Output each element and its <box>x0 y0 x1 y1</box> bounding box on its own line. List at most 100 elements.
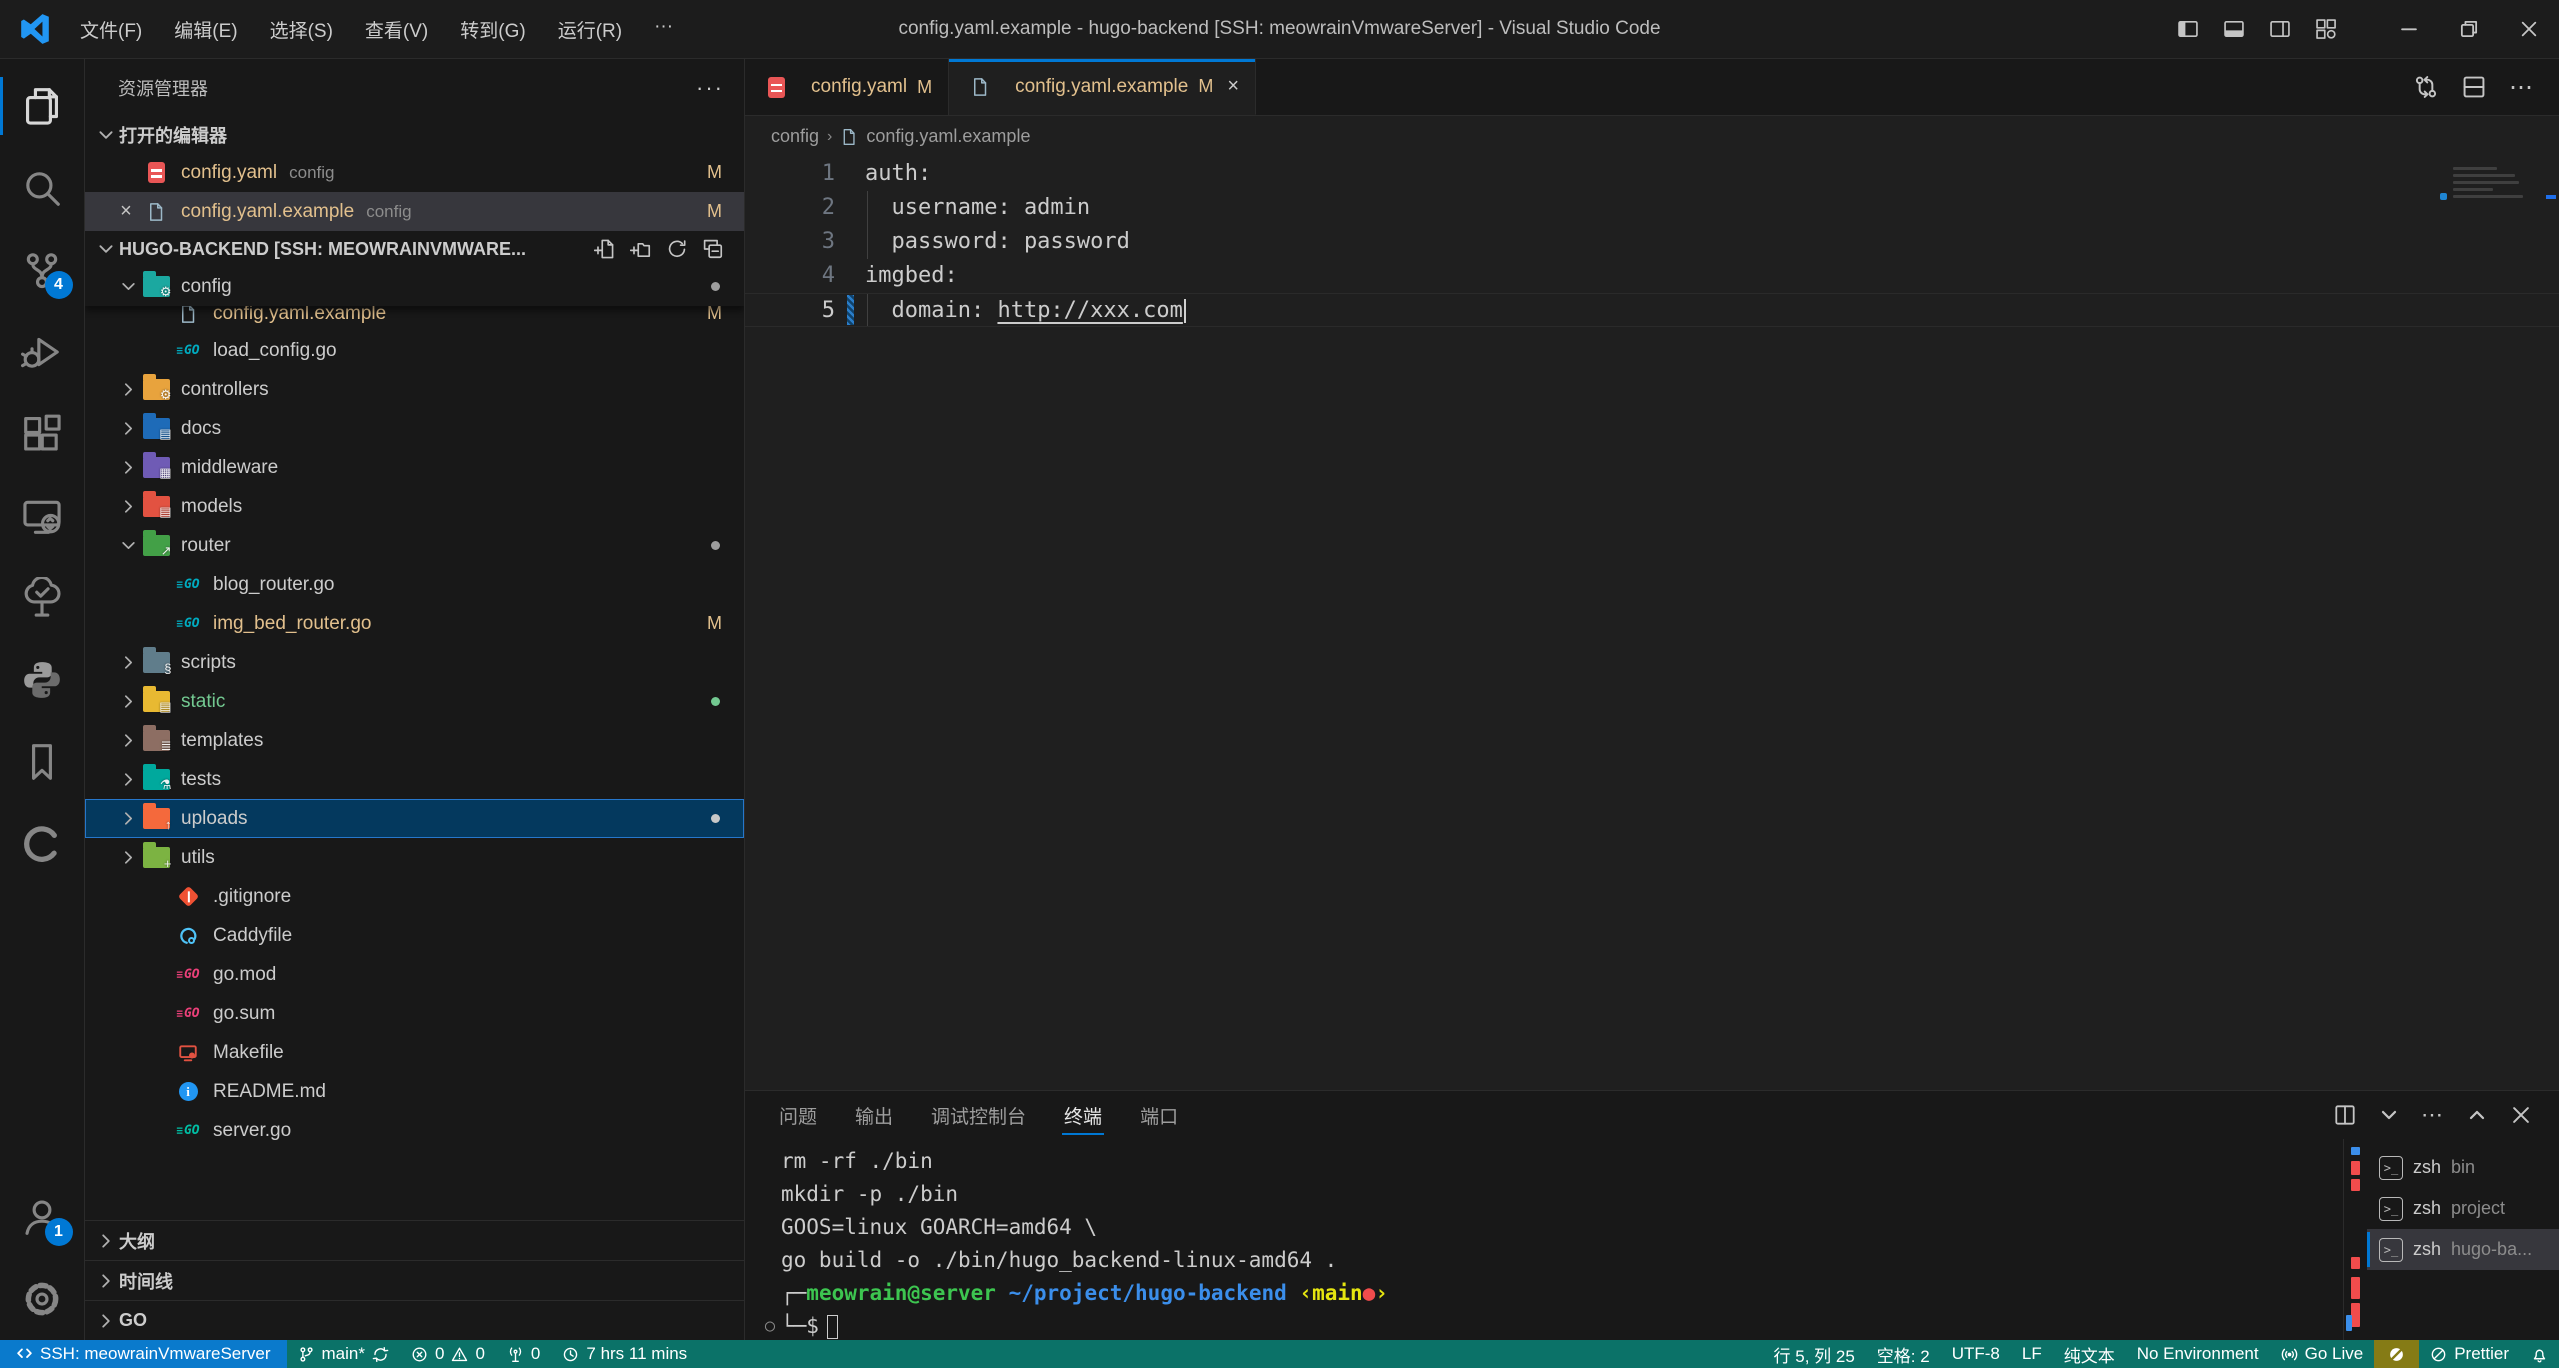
menu-转到[interactable]: 转到(G) <box>446 10 539 49</box>
split-editor-icon[interactable] <box>2461 74 2487 100</box>
chev-down-icon[interactable] <box>2377 1103 2401 1127</box>
tree-file-server.go[interactable]: ≡GOserver.go <box>85 1111 744 1150</box>
activitybar-extensions[interactable] <box>0 393 85 475</box>
open-editors-header[interactable]: 打开的编辑器 <box>85 117 744 153</box>
terminal-instance-project[interactable]: >_zshproject <box>2367 1188 2559 1229</box>
menu-运行[interactable]: 运行(R) <box>544 10 636 49</box>
tree-folder-utils[interactable]: +utils <box>85 838 744 877</box>
tree-folder-router[interactable]: ↗router <box>85 526 744 565</box>
code-line-5[interactable]: 5 domain: http://xxx.com <box>745 293 2559 327</box>
collapse-all-icon[interactable] <box>700 236 726 262</box>
status-cursor-position[interactable]: 行 5, 列 25 <box>1763 1340 1866 1368</box>
code-line-3[interactable]: 3 password: password <box>745 225 2559 259</box>
split-terminal-icon[interactable] <box>2333 1103 2357 1127</box>
activitybar-accounts[interactable]: 1 <box>0 1176 85 1258</box>
tree-file-.gitignore[interactable]: .gitignore <box>85 877 744 916</box>
close-icon[interactable] <box>2509 1103 2533 1127</box>
layout-secondary-sidebar-icon[interactable] <box>2257 18 2303 40</box>
tree-file-Caddyfile[interactable]: Caddyfile <box>85 916 744 955</box>
tree-folder-middleware[interactable]: ▦middleware <box>85 448 744 487</box>
activitybar-explorer[interactable] <box>0 65 85 147</box>
tree-folder-docs[interactable]: ▤docs <box>85 409 744 448</box>
terminal-instance-hugoba[interactable]: >_zshhugo-ba... <box>2367 1229 2559 1270</box>
tab-config.yaml[interactable]: config.yamlM <box>745 59 949 115</box>
go-section[interactable]: GO <box>85 1300 744 1340</box>
tree-file-imgbedrouter.go[interactable]: ≡GOimg_bed_router.goM <box>85 604 744 643</box>
tree-folder-static[interactable]: ▤static <box>85 682 744 721</box>
tree-file-go.sum[interactable]: ≡GOgo.sum <box>85 994 744 1033</box>
open-editor-item[interactable]: ×config.yaml.exampleconfigM <box>85 192 744 231</box>
status-environment[interactable]: No Environment <box>2126 1340 2270 1368</box>
panel-tab-输出[interactable]: 输出 <box>853 1092 895 1139</box>
activitybar-bookmarks[interactable] <box>0 721 85 803</box>
new-folder-icon[interactable] <box>628 236 654 262</box>
tree-folder-models[interactable]: ▤models <box>85 487 744 526</box>
tab-config.yaml.example[interactable]: config.yaml.exampleM× <box>949 59 1256 115</box>
code-editor[interactable]: 1auth:2 username: admin3 password: passw… <box>745 157 2559 1090</box>
status-git-branch[interactable]: main* <box>287 1340 400 1368</box>
panel-tab-端口[interactable]: 端口 <box>1138 1092 1180 1139</box>
timeline-section[interactable]: 时间线 <box>85 1260 744 1300</box>
tree-folder-config[interactable]: ⚙config <box>85 267 744 306</box>
activitybar-settings[interactable] <box>0 1258 85 1340</box>
status-language-mode[interactable]: 纯文本 <box>2053 1340 2126 1368</box>
open-editor-item[interactable]: config.yamlconfigM <box>85 153 744 192</box>
code-line-1[interactable]: 1auth: <box>745 157 2559 191</box>
status-encoding[interactable]: UTF-8 <box>1941 1340 2011 1368</box>
new-file-icon[interactable] <box>592 236 618 262</box>
more-actions-icon[interactable]: ⋯ <box>2421 1102 2445 1128</box>
status-prettier[interactable]: Prettier <box>2419 1340 2520 1368</box>
status-notifications[interactable] <box>2520 1340 2559 1368</box>
tree-folder-tests[interactable]: ⚗tests <box>85 760 744 799</box>
status-remote[interactable]: SSH: meowrainVmwareServer <box>0 1340 287 1368</box>
menu-选择[interactable]: 选择(S) <box>256 10 347 49</box>
chev-up-icon[interactable] <box>2465 1103 2489 1127</box>
tree-file-blogrouter.go[interactable]: ≡GOblog_router.go <box>85 565 744 604</box>
breadcrumb-folder[interactable]: config <box>771 126 819 147</box>
layout-customize-icon[interactable] <box>2303 18 2349 40</box>
panel-tab-问题[interactable]: 问题 <box>777 1092 819 1139</box>
close-icon[interactable] <box>2499 0 2559 58</box>
status-indentation[interactable]: 空格: 2 <box>1866 1340 1941 1368</box>
refresh-icon[interactable] <box>664 236 690 262</box>
status-wakatime[interactable]: 7 hrs 11 mins <box>551 1340 698 1368</box>
layout-sidebar-icon[interactable] <box>2165 18 2211 40</box>
panel-tab-调试控制台[interactable]: 调试控制台 <box>929 1092 1028 1139</box>
tree-file-go.mod[interactable]: ≡GOgo.mod <box>85 955 744 994</box>
code-line-2[interactable]: 2 username: admin <box>745 191 2559 225</box>
tree-file-Makefile[interactable]: Makefile <box>85 1033 744 1072</box>
open-changes-icon[interactable] <box>2413 74 2439 100</box>
close-icon[interactable]: × <box>111 200 141 223</box>
activitybar-codesnap[interactable] <box>0 803 85 885</box>
project-section-header[interactable]: HUGO-BACKEND [SSH: MEOWRAINVMWARE... <box>85 231 744 267</box>
tree-folder-controllers[interactable]: ⚙controllers <box>85 370 744 409</box>
minimap[interactable] <box>2453 167 2533 202</box>
breadcrumb-file[interactable]: config.yaml.example <box>866 126 1030 147</box>
activitybar-source-control[interactable]: 4 <box>0 229 85 311</box>
terminal-instance-bin[interactable]: >_zshbin <box>2367 1147 2559 1188</box>
explorer-more-icon[interactable]: ··· <box>696 75 724 101</box>
menu-more-icon[interactable]: ··· <box>640 10 687 49</box>
status-ports[interactable]: 0 <box>496 1340 551 1368</box>
activitybar-todo-tree[interactable] <box>0 557 85 639</box>
status-problems[interactable]: 00 <box>400 1340 496 1368</box>
more-actions-icon[interactable]: ⋯ <box>2509 73 2535 102</box>
minimize-icon[interactable] <box>2379 0 2439 58</box>
tree-file-README.md[interactable]: iREADME.md <box>85 1072 744 1111</box>
activitybar-remote-explorer[interactable] <box>0 475 85 557</box>
status-go-live[interactable]: Go Live <box>2270 1340 2375 1368</box>
status-eol[interactable]: LF <box>2011 1340 2053 1368</box>
menu-查看[interactable]: 查看(V) <box>351 10 442 49</box>
tree-folder-templates[interactable]: ≣templates <box>85 721 744 760</box>
close-icon[interactable]: × <box>1227 75 1239 98</box>
tree-file-config.yaml.example[interactable]: config.yaml.exampleM <box>85 306 744 331</box>
restore-icon[interactable] <box>2439 0 2499 58</box>
tree-file-loadconfig.go[interactable]: ≡GOload_config.go <box>85 331 744 370</box>
activitybar-python[interactable] <box>0 639 85 721</box>
code-line-4[interactable]: 4imgbed: <box>745 259 2559 293</box>
panel-tab-终端[interactable]: 终端 <box>1062 1092 1104 1139</box>
terminal[interactable]: rm -rf ./binmkdir -p ./binGOOS=linux GOA… <box>745 1139 2343 1340</box>
tree-folder-scripts[interactable]: §scripts <box>85 643 744 682</box>
tree-folder-uploads[interactable]: ↑uploads <box>85 799 744 838</box>
status-extension-status[interactable] <box>2374 1340 2419 1368</box>
